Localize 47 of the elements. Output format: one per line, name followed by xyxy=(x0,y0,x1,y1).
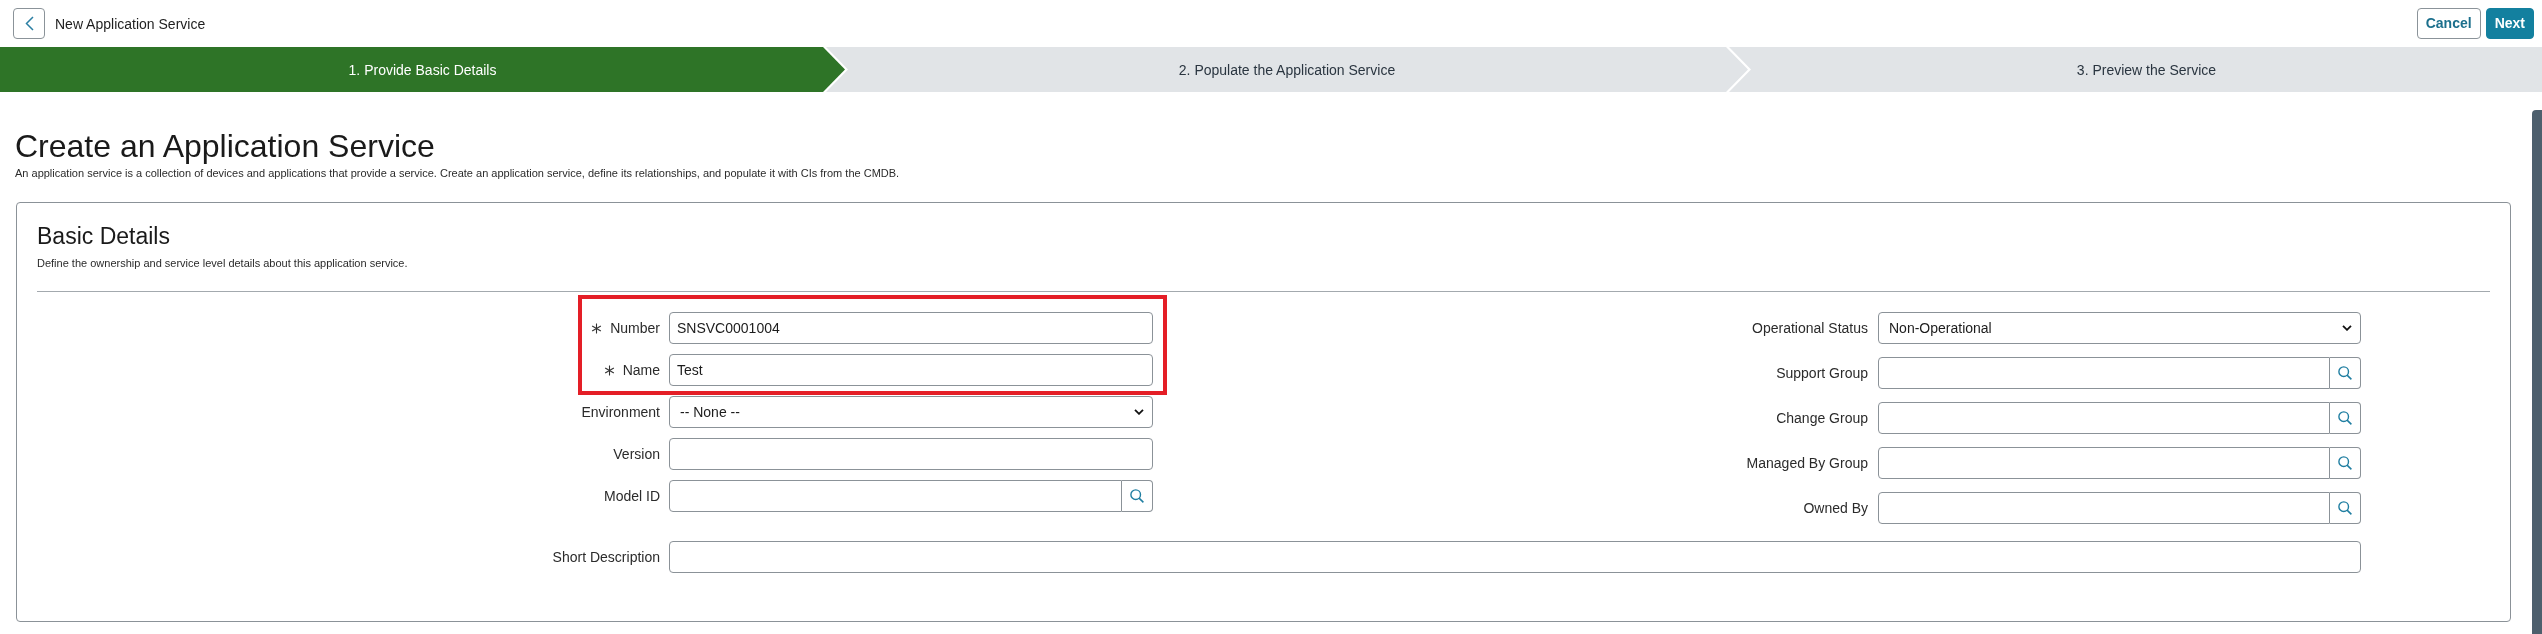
next-button[interactable]: Next xyxy=(2485,7,2534,39)
section-description: Define the ownership and service level details about this application service. xyxy=(37,256,409,270)
page-description: An application service is a collection of devices and applications that provide a service. Create an application service, define its relationships, and populate it with CIs from the CMDB. xyxy=(15,166,901,180)
cancel-button[interactable]: Cancel xyxy=(2416,7,2481,39)
field-label: Change Group xyxy=(1776,410,1868,426)
field-label: Owned By xyxy=(1803,500,1868,516)
field-label: Model ID xyxy=(603,488,660,504)
text-field[interactable] xyxy=(669,541,2361,573)
chevron-down-icon xyxy=(1134,409,1144,415)
scrollbar[interactable] xyxy=(2532,110,2542,634)
field-label: Managed By Group xyxy=(1746,455,1868,471)
wizard-step: 3. Preview the Service xyxy=(1729,47,2542,92)
search-button[interactable] xyxy=(1122,480,1153,512)
text-field[interactable] xyxy=(1878,357,2330,389)
search-button[interactable] xyxy=(2330,492,2361,524)
section-heading: Basic Details xyxy=(37,222,171,250)
search-icon xyxy=(2338,456,2352,470)
text-field[interactable] xyxy=(669,480,1122,512)
text-field[interactable] xyxy=(1878,447,2330,479)
text-field[interactable] xyxy=(1878,402,2330,434)
field-label: Support Group xyxy=(1776,365,1868,381)
search-icon xyxy=(2338,411,2352,425)
page-heading: Create an Application Service xyxy=(15,127,436,165)
field-label: Environment xyxy=(581,404,660,420)
search-button[interactable] xyxy=(2330,357,2361,389)
field-label: Name xyxy=(622,362,660,378)
field-label: Short Description xyxy=(552,549,660,565)
field-label: Operational Status xyxy=(1752,320,1868,336)
search-icon xyxy=(2338,501,2352,515)
dropdown[interactable]: -- None -- xyxy=(669,396,1153,428)
field-label: Number xyxy=(610,320,660,336)
search-button[interactable] xyxy=(2330,402,2361,434)
wizard-step: 2. Populate the Application Service xyxy=(826,47,1748,92)
chevron-left-icon xyxy=(24,15,34,31)
page-title: New Application Service xyxy=(55,15,206,32)
dropdown[interactable]: Non-Operational xyxy=(1878,312,2361,344)
back-button[interactable] xyxy=(13,7,45,39)
text-field[interactable]: SNSVC0001004 xyxy=(669,312,1153,344)
text-field[interactable] xyxy=(1878,492,2330,524)
text-field[interactable]: Test xyxy=(669,354,1153,386)
text-field[interactable] xyxy=(669,438,1153,470)
field-label: Version xyxy=(613,446,660,462)
search-icon xyxy=(2338,366,2352,380)
search-button[interactable] xyxy=(2330,447,2361,479)
chevron-down-icon xyxy=(2342,325,2352,331)
search-icon xyxy=(1130,489,1144,503)
wizard-step: 1. Provide Basic Details xyxy=(0,47,845,92)
